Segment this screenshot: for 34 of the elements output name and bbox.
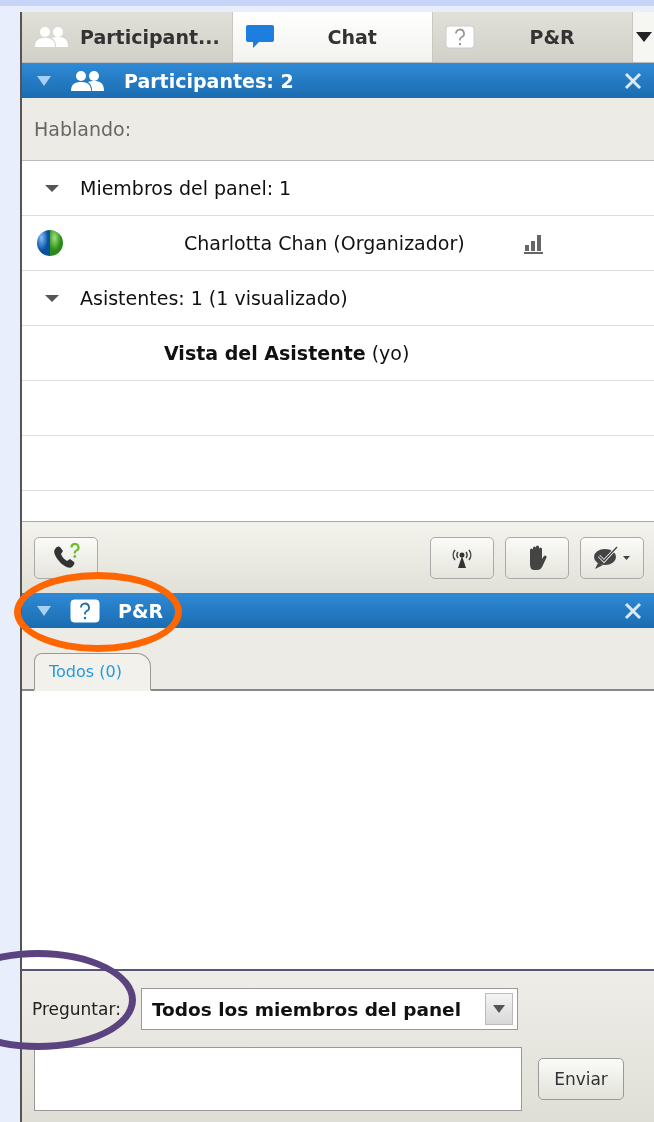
question-mark-icon xyxy=(70,598,100,623)
collapse-triangle-icon[interactable] xyxy=(44,292,60,304)
question-mark-icon xyxy=(444,25,475,49)
panel-tab[interactable]: Participant... xyxy=(22,12,233,62)
question-input-field[interactable] xyxy=(34,1047,522,1111)
close-icon[interactable] xyxy=(624,601,642,620)
broadcast-button[interactable] xyxy=(430,536,494,579)
signal-bars-icon xyxy=(522,232,545,254)
people-icon xyxy=(70,69,106,92)
feedback-menu-button[interactable] xyxy=(580,536,644,579)
panel-title: P&R xyxy=(118,599,164,622)
speech-bubble-icon xyxy=(244,24,275,50)
checkmark-bubble-icon xyxy=(592,544,632,571)
ask-label: Preguntar: xyxy=(32,999,121,1019)
close-icon[interactable] xyxy=(624,71,642,90)
collapse-triangle-icon[interactable] xyxy=(36,73,52,88)
panel-tab[interactable]: Chat xyxy=(232,12,433,62)
group-label: Miembros del panel: 1 xyxy=(80,177,292,199)
collapse-triangle-icon[interactable] xyxy=(36,603,52,618)
panel-tab[interactable]: P&R xyxy=(432,12,633,62)
call-help-button[interactable] xyxy=(34,536,98,579)
speaking-label: Hablando: xyxy=(34,118,132,140)
dropdown-caret-icon[interactable] xyxy=(492,1005,505,1013)
participant-name: Charlotta Chan (Organizador) xyxy=(184,232,465,254)
panel-title: Participantes: 2 xyxy=(124,69,294,92)
send-button[interactable]: Enviar xyxy=(538,1058,624,1100)
participant-name: Vista del Asistente (yo) xyxy=(164,342,410,364)
dropdown-caret-icon[interactable] xyxy=(636,32,653,42)
people-icon xyxy=(34,26,70,48)
recipient-dropdown[interactable]: Todos los miembros del panel xyxy=(140,988,518,1030)
collapse-triangle-icon[interactable] xyxy=(44,182,60,194)
group-label: Asistentes: 1 (1 visualizado) xyxy=(80,287,348,309)
globe-icon xyxy=(36,229,64,257)
raise-hand-button[interactable] xyxy=(505,536,569,579)
